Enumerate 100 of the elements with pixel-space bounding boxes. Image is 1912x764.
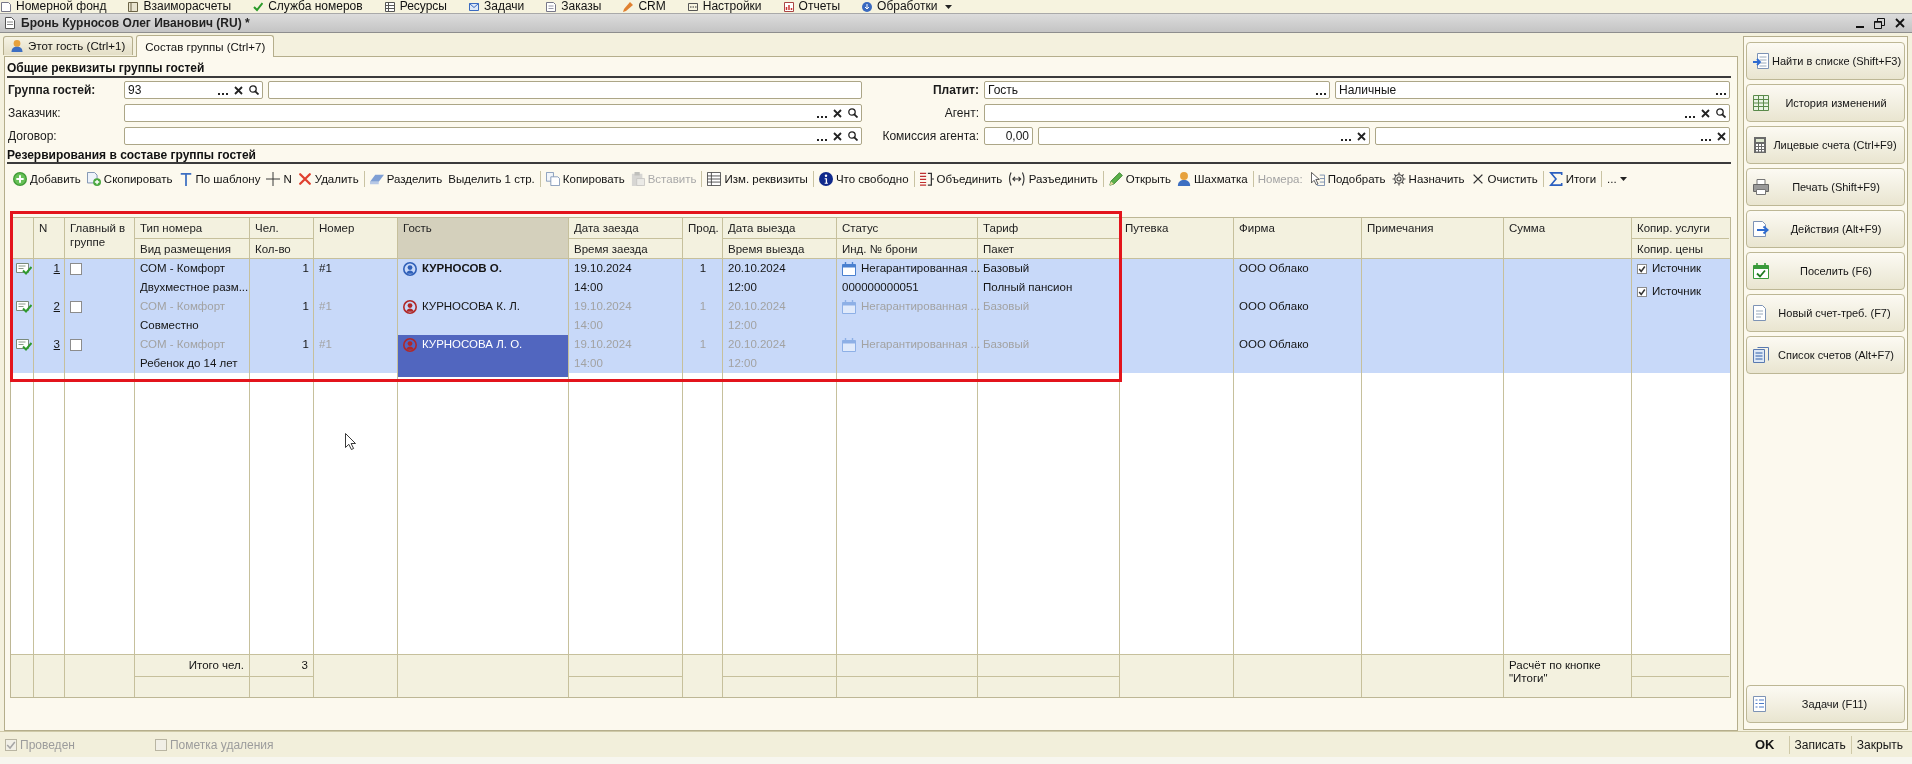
sidebar-button[interactable]: История изменений (1746, 84, 1905, 122)
toolbar-button[interactable]: Объединить (918, 169, 1004, 189)
sidebar-button[interactable]: Поселить (F6) (1746, 252, 1905, 290)
column-header[interactable]: Сумма (1504, 218, 1632, 258)
menu-item[interactable]: Служба номеров (253, 0, 363, 13)
column-header[interactable]: Гость (398, 218, 569, 258)
cross-icon[interactable] (833, 131, 842, 141)
column-header[interactable]: Чел. (250, 218, 314, 238)
form-button[interactable]: Записать (1789, 734, 1851, 755)
column-header[interactable]: Кол-во (250, 238, 314, 258)
toolbar-button[interactable]: Выделить 1 стр. (447, 169, 536, 189)
search-icon[interactable] (848, 131, 858, 141)
input-field[interactable] (124, 104, 862, 122)
checkbox[interactable] (1637, 263, 1647, 274)
toolbar-button[interactable]: Подобрать (1309, 169, 1387, 189)
menu-item[interactable]: Заказы (546, 0, 602, 13)
toolbar-button[interactable]: Что свободно (817, 169, 910, 189)
row-number-link[interactable]: 1 (53, 259, 60, 278)
sidebar-button[interactable]: Задачи (F11) (1746, 685, 1905, 723)
tab[interactable]: Состав группы (Ctrl+7) (136, 35, 275, 57)
checkbox[interactable] (1637, 286, 1647, 297)
menu-item[interactable]: CRM (623, 0, 666, 13)
input-field[interactable]: Наличные (1335, 81, 1730, 99)
table-row[interactable]: 1 СОМ - Комфорт Двухместное разм... 1 #1 КУРНОСОВ О. 19.10.2024 14:00 1 20.10.2024 12:00 Негарантированная ... 000000000051 Базовый Полный пансион ООО Облако Источник Источник (11, 259, 1730, 297)
number-field[interactable]: 0,00 (984, 127, 1033, 145)
search-icon[interactable] (249, 85, 259, 95)
column-header[interactable]: Путевка (1120, 218, 1234, 258)
menu-item[interactable]: Ресурсы (384, 0, 447, 13)
checkbox[interactable] (70, 300, 82, 313)
sidebar-button[interactable]: Новый счет-треб. (F7) (1746, 294, 1905, 332)
column-header[interactable]: Фирма (1234, 218, 1362, 258)
search-icon[interactable] (1716, 108, 1726, 118)
input-field[interactable] (268, 81, 862, 99)
cross-icon[interactable] (1717, 131, 1726, 141)
toolbar-button[interactable]: Назначить (1390, 169, 1466, 189)
column-header[interactable]: N (34, 218, 65, 258)
input-field[interactable]: 93 (124, 81, 263, 99)
more-menu-button[interactable]: ... (1606, 169, 1628, 189)
column-header[interactable]: Вид размещения (135, 238, 250, 258)
input-field[interactable] (984, 104, 1730, 122)
checkbox[interactable] (70, 262, 82, 275)
restore-icon[interactable] (1874, 17, 1885, 29)
toolbar-button[interactable]: Изм. реквизиты (706, 169, 809, 189)
minimize-icon[interactable] (1856, 25, 1864, 28)
toolbar-button[interactable]: N (265, 169, 293, 189)
toolbar-button[interactable]: Очистить (1469, 169, 1539, 189)
column-header[interactable]: Тип номера (135, 218, 250, 238)
table-row[interactable]: 2 СОМ - Комфорт Совместно 1 #1 КУРНОСОВА К. Л. 19.10.2024 14:00 1 20.10.2024 12:00 Негарантированная ... Базовый ООО Облако (11, 297, 1730, 335)
guest-cell[interactable]: КУРНОСОВА Л. О. (398, 335, 569, 377)
column-header[interactable]: Время выезда (723, 238, 837, 258)
sidebar-button[interactable]: Лицевые счета (Ctrl+F9) (1746, 126, 1905, 164)
column-header[interactable]: Дата выезда (723, 218, 837, 238)
column-header[interactable]: Прод. (683, 218, 723, 258)
toolbar-button[interactable]: Шахматка (1176, 169, 1249, 189)
toolbar-button[interactable]: Открыть (1107, 169, 1172, 189)
toolbar-button[interactable]: Разъединить (1007, 169, 1099, 189)
form-button[interactable]: OK (1741, 734, 1789, 755)
toolbar-button[interactable]: Итоги (1547, 169, 1598, 189)
menu-item[interactable]: Настройки (687, 0, 762, 13)
column-header[interactable]: Копир. цены (1632, 238, 1729, 258)
close-icon[interactable] (1895, 18, 1905, 28)
column-header[interactable]: Инд. № брони (837, 238, 978, 258)
column-header[interactable]: Главный в группе (65, 218, 135, 258)
toolbar-button[interactable]: По шаблону (177, 169, 262, 189)
menu-item[interactable]: Отчеты (783, 0, 841, 13)
caret-icon[interactable] (945, 4, 953, 9)
menu-item[interactable]: Номерной фонд (1, 0, 107, 13)
sidebar-button[interactable]: Печать (Shift+F9) (1746, 168, 1905, 206)
sidebar-button[interactable]: Найти в списке (Shift+F3) (1746, 42, 1905, 80)
sidebar-button[interactable]: Список счетов (Alt+F7) (1746, 336, 1905, 374)
row-number-link[interactable]: 2 (53, 297, 60, 316)
input-field[interactable]: Гость (984, 81, 1330, 99)
sidebar-button[interactable]: Действия (Alt+F9) (1746, 210, 1905, 248)
menu-item[interactable]: Взаиморасчеты (128, 0, 232, 13)
toolbar-button[interactable]: Удалить (296, 169, 360, 189)
cross-icon[interactable] (833, 108, 842, 118)
toolbar-button[interactable]: Добавить (12, 169, 82, 189)
menu-item[interactable]: Задачи (469, 0, 525, 13)
input-field[interactable] (1375, 127, 1730, 145)
toolbar-button[interactable]: Копировать (544, 169, 626, 189)
column-header[interactable]: Дата заезда (569, 218, 683, 238)
toolbar-button[interactable]: Разделить (368, 169, 444, 189)
input-field[interactable] (1038, 127, 1370, 145)
column-header[interactable]: Копир. услуги (1632, 218, 1729, 238)
menu-item[interactable]: Обработки (862, 0, 938, 13)
column-header[interactable]: Статус (837, 218, 978, 238)
cross-icon[interactable] (1701, 108, 1710, 118)
toolbar-button[interactable]: Скопировать (85, 169, 174, 189)
form-button[interactable]: Закрыть (1851, 734, 1908, 755)
column-header[interactable]: Примечания (1362, 218, 1504, 258)
column-header[interactable]: Пакет (978, 238, 1120, 258)
input-field[interactable] (124, 127, 862, 145)
cross-icon[interactable] (1357, 131, 1366, 141)
column-header[interactable]: Время заезда (569, 238, 683, 258)
row-number-link[interactable]: 3 (53, 335, 60, 354)
checkbox[interactable] (70, 338, 82, 351)
column-header[interactable]: Тариф (978, 218, 1120, 238)
cross-icon[interactable] (234, 85, 243, 95)
search-icon[interactable] (848, 108, 858, 118)
tab[interactable]: Этот гость (Ctrl+1) (3, 36, 134, 55)
